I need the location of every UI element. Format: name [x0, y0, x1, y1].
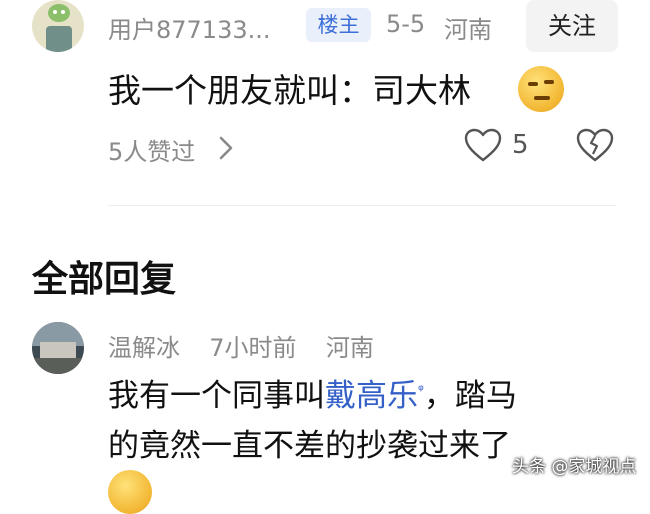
like-count: 5	[512, 130, 529, 160]
likers-summary[interactable]: 5人赞过	[108, 132, 195, 167]
reply-meta: 温解冰 7小时前 河南	[108, 328, 374, 363]
avatar-figure-body	[46, 26, 72, 52]
comment-divider	[108, 205, 616, 206]
all-replies-title: 全部回复	[32, 259, 177, 300]
reply-text-before-link: 我有一个同事叫	[108, 378, 325, 414]
smirk-emoji	[518, 66, 564, 112]
follow-button[interactable]: 关注	[526, 0, 618, 52]
chevron-right-icon[interactable]	[216, 134, 236, 162]
avatar-figure-head	[48, 4, 70, 22]
reply-text-line-1: 我有一个同事叫戴高乐ᵠ，踏马	[108, 370, 517, 415]
reply-location: 河南	[325, 334, 374, 362]
op-username[interactable]: 用户877133...	[108, 10, 271, 45]
reply-search-link[interactable]: 戴高乐	[325, 378, 418, 414]
reply-text-after-link: ，踏马	[423, 378, 517, 414]
reply-username[interactable]: 温解冰	[108, 334, 180, 362]
likers-count-text[interactable]: 5人赞过	[108, 138, 195, 166]
op-comment-text: 我一个朋友就叫：司大林	[108, 71, 471, 110]
op-user-avatar[interactable]	[32, 0, 84, 52]
reply-user-avatar[interactable]	[32, 322, 84, 374]
smirk-emoji-partial	[108, 470, 152, 514]
heart-icon[interactable]	[464, 128, 502, 164]
reply-time: 7小时前	[209, 334, 297, 362]
avatar-eye-right	[61, 10, 65, 14]
reply-text-line-2: 的竟然一直不差的抄袭过来了	[108, 428, 511, 464]
op-date: 5-5	[386, 10, 426, 38]
op-location: 河南	[444, 16, 492, 44]
avatar-eye-left	[53, 10, 57, 14]
watermark: 头条 @家城视点	[512, 457, 637, 477]
op-badge: 楼主	[306, 8, 371, 42]
broken-heart-icon[interactable]	[576, 128, 614, 164]
avatar-ground	[32, 358, 84, 374]
avatar-building	[40, 342, 76, 358]
